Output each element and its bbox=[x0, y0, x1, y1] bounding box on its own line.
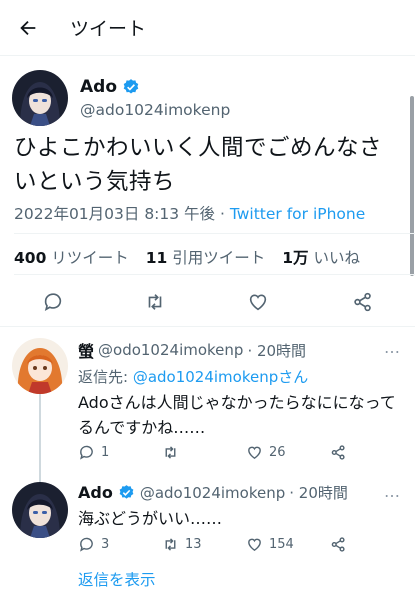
share-icon bbox=[354, 292, 371, 312]
reply-button[interactable]: 3 bbox=[78, 536, 109, 553]
divider bbox=[14, 274, 415, 275]
share-button[interactable] bbox=[330, 536, 347, 553]
avatar[interactable] bbox=[12, 70, 68, 126]
quote-count[interactable]: 11 bbox=[146, 249, 168, 267]
author-handle[interactable]: @ado1024imokenp bbox=[80, 101, 230, 119]
reply-button[interactable] bbox=[35, 284, 71, 320]
reply-button[interactable]: 1 bbox=[78, 444, 109, 461]
like-icon bbox=[249, 294, 267, 311]
like-button[interactable] bbox=[240, 284, 276, 320]
reply-count: 1 bbox=[101, 445, 110, 460]
divider bbox=[0, 326, 415, 327]
top-bar: ツイート bbox=[0, 0, 415, 56]
replying-mention[interactable]: @ado1024imokenpさん bbox=[133, 368, 308, 386]
reply-author-name[interactable]: 螢 bbox=[78, 338, 94, 362]
retweet-icon bbox=[165, 538, 176, 551]
share-icon bbox=[331, 445, 345, 460]
like-button[interactable]: 26 bbox=[246, 444, 286, 461]
divider bbox=[14, 233, 415, 234]
tweet-text: ひよこかわいいく人間でごめんなさいという気持ち bbox=[14, 135, 383, 195]
reply-actions: 1 26 bbox=[78, 444, 378, 466]
page-title: ツイート bbox=[70, 18, 147, 40]
replying-to: 返信先: @ado1024imokenpさん bbox=[78, 366, 405, 387]
like-label[interactable]: いいね bbox=[313, 249, 360, 267]
reply-icon bbox=[80, 445, 93, 460]
reply-time[interactable]: · 20時間 bbox=[247, 340, 306, 361]
avatar[interactable] bbox=[12, 482, 68, 538]
like-count: 154 bbox=[269, 537, 294, 552]
tweet-author[interactable]: Ado @ado1024imokenp bbox=[12, 70, 230, 126]
verified-badge-icon bbox=[122, 78, 140, 96]
like-icon bbox=[248, 538, 261, 552]
retweet-button[interactable] bbox=[137, 284, 173, 320]
reply-icon bbox=[44, 293, 62, 312]
reply-author-handle[interactable]: @odo1024imokenp bbox=[98, 341, 243, 359]
tweet-timestamp[interactable]: 2022年01月03日 8:13 午後 bbox=[14, 205, 215, 223]
meta-separator: · bbox=[215, 205, 230, 223]
reply-actions: 3 13 154 bbox=[78, 536, 378, 558]
reply-count: 3 bbox=[101, 537, 110, 552]
tweet-stats: 400 リツイート 11 引用ツイート 1万 いいね bbox=[14, 246, 372, 268]
retweet-label[interactable]: リツイート bbox=[51, 249, 129, 267]
tweet-actions bbox=[0, 284, 415, 320]
tweet-meta: 2022年01月03日 8:13 午後 · Twitter for iPhone bbox=[14, 202, 365, 224]
more-icon[interactable]: … bbox=[384, 482, 401, 501]
retweet-count: 13 bbox=[185, 537, 202, 552]
show-replies-link[interactable]: 返信を表示 bbox=[78, 568, 156, 590]
retweet-icon bbox=[148, 294, 162, 310]
like-button[interactable]: 154 bbox=[246, 536, 294, 553]
back-button[interactable] bbox=[0, 0, 56, 56]
scrollbar[interactable] bbox=[410, 96, 414, 276]
reply-text: Adoさんは人間じゃなかったらなにになってるんですかね…… bbox=[78, 393, 396, 437]
replying-prefix: 返信先: bbox=[78, 368, 133, 386]
reply-icon bbox=[80, 537, 93, 552]
reply-author-handle[interactable]: @ado1024imokenp bbox=[140, 484, 285, 502]
retweet-icon bbox=[165, 446, 176, 459]
reply-author-name[interactable]: Ado bbox=[78, 483, 113, 502]
like-count[interactable]: 1万 bbox=[282, 249, 308, 267]
more-icon[interactable]: … bbox=[384, 338, 401, 357]
quote-label[interactable]: 引用ツイート bbox=[172, 249, 265, 267]
reply-text: 海ぶどうがいい…… bbox=[78, 509, 223, 528]
thread-line bbox=[39, 392, 41, 484]
author-display-name[interactable]: Ado bbox=[80, 77, 117, 97]
retweet-count[interactable]: 400 bbox=[14, 249, 46, 267]
like-icon bbox=[248, 446, 261, 460]
like-count: 26 bbox=[269, 445, 286, 460]
verified-badge-icon bbox=[118, 484, 136, 502]
retweet-button[interactable] bbox=[162, 444, 185, 461]
tweet-source[interactable]: Twitter for iPhone bbox=[230, 205, 365, 223]
share-button[interactable] bbox=[330, 444, 347, 461]
back-arrow-icon bbox=[20, 20, 36, 35]
retweet-button[interactable]: 13 bbox=[162, 536, 202, 553]
share-button[interactable] bbox=[345, 284, 381, 320]
avatar[interactable] bbox=[12, 338, 68, 394]
share-icon bbox=[331, 537, 345, 552]
reply-time[interactable]: · 20時間 bbox=[289, 482, 348, 503]
